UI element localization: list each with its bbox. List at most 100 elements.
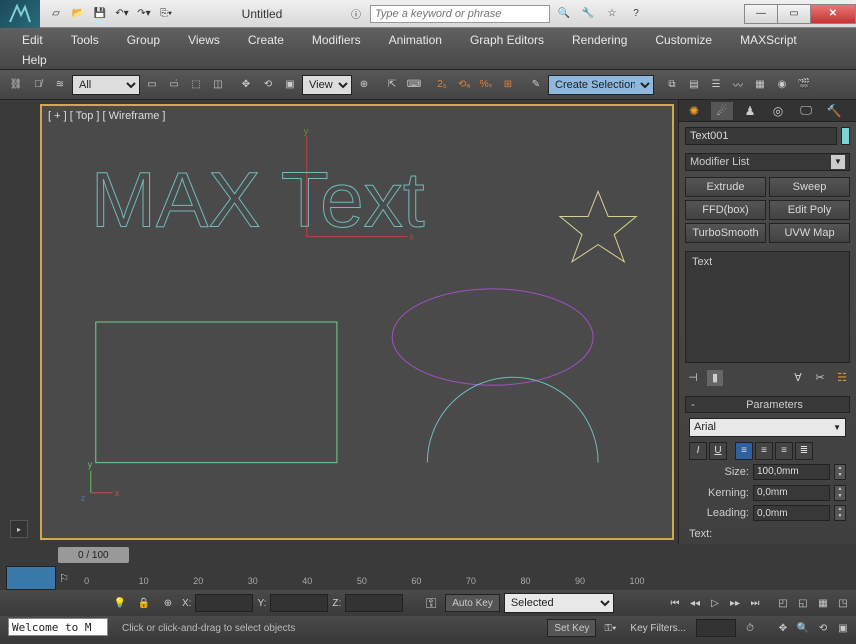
x-field[interactable] [195, 594, 253, 612]
create-tab-icon[interactable]: ✺ [683, 102, 705, 120]
hierarchy-tab-icon[interactable]: ♟ [739, 102, 761, 120]
menu-modifiers[interactable]: Modifiers [298, 30, 375, 50]
menu-edit[interactable]: Edit [8, 30, 57, 50]
menu-rendering[interactable]: Rendering [558, 30, 641, 50]
current-frame-field[interactable] [696, 619, 736, 637]
prev-frame-icon[interactable]: ◂◂ [686, 594, 704, 612]
modifier-ffdbox[interactable]: FFD(box) [685, 200, 766, 220]
menu-animation[interactable]: Animation [375, 30, 456, 50]
menu-maxscript[interactable]: MAXScript [726, 30, 811, 50]
close-button[interactable]: ✕ [810, 4, 856, 24]
modifier-list-dropdown[interactable]: Modifier List▼ [685, 153, 850, 172]
menu-views[interactable]: Views [174, 30, 234, 50]
motion-tab-icon[interactable]: ◎ [767, 102, 789, 120]
leading-spinbuttons[interactable]: ▲▼ [834, 505, 846, 521]
selection-filter[interactable]: All [72, 75, 140, 95]
lock-icon[interactable]: 🔒 [134, 592, 154, 614]
viewport-label[interactable]: [ + ] [ Top ] [ Wireframe ] [48, 110, 165, 122]
display-tab-icon[interactable]: 🖵 [795, 102, 817, 120]
setkey-button[interactable]: Set Key [547, 619, 596, 637]
pin-stack-icon[interactable]: ⊣ [685, 370, 701, 386]
align-justify-button[interactable]: ≣ [795, 442, 813, 460]
z-field[interactable] [345, 594, 403, 612]
nav-tool3-icon[interactable]: ▦ [814, 594, 832, 612]
tool-icon[interactable]: 🔧 [578, 4, 598, 24]
spinner-snap-icon[interactable]: ⊞ [498, 74, 518, 96]
keyfilters-button[interactable]: Key Filters... [624, 619, 692, 637]
object-name-field[interactable] [685, 127, 837, 145]
underline-button[interactable]: U [709, 442, 727, 460]
menu-create[interactable]: Create [234, 30, 298, 50]
size-spinner[interactable]: 100,0mm [753, 464, 830, 480]
ref-coord-system[interactable]: View [302, 75, 352, 95]
leading-spinner[interactable]: 0,0mm [753, 505, 830, 521]
align-right-button[interactable]: ≡ [775, 442, 793, 460]
window-crossing-icon[interactable]: ◫ [208, 74, 228, 96]
zoom-icon[interactable]: 🔍 [794, 619, 812, 637]
link-tool-icon[interactable]: ⛓ [6, 74, 26, 96]
select-name-icon[interactable]: ▭̇ [164, 74, 184, 96]
setkey-flyout-icon[interactable]: ⚿▾ [600, 617, 620, 639]
manip-icon[interactable]: ⇱ [382, 74, 402, 96]
maxscript-listener[interactable]: Welcome to M [8, 618, 108, 636]
angle-snap-icon[interactable]: ⟲ₐ [454, 74, 474, 96]
align-center-button[interactable]: ≡ [755, 442, 773, 460]
lightbulb-icon[interactable]: 💡 [110, 592, 130, 614]
timeline-expand-button[interactable]: ▸ [10, 520, 28, 538]
scale-icon[interactable]: ▣ [280, 74, 300, 96]
modifier-uvwmap[interactable]: UVW Map [769, 223, 850, 243]
menu-grapheditors[interactable]: Graph Editors [456, 30, 558, 50]
play-icon[interactable]: ▷ [706, 594, 724, 612]
crosshair-icon[interactable]: ⊕ [158, 592, 178, 614]
align-left-button[interactable]: ≡ [735, 442, 753, 460]
viewport[interactable]: [ + ] [ Top ] [ Wireframe ] y x MAX Text [40, 104, 674, 540]
menu-tools[interactable]: Tools [57, 30, 113, 50]
orbit-icon[interactable]: ⟲ [814, 619, 832, 637]
menu-group[interactable]: Group [113, 30, 174, 50]
rect-region-icon[interactable]: ⬚ [186, 74, 206, 96]
autokey-button[interactable]: Auto Key [445, 594, 500, 612]
keyboard-icon[interactable]: ⌨ [404, 74, 424, 96]
open-icon[interactable]: 📂 [68, 4, 88, 24]
minimize-button[interactable]: — [744, 4, 778, 24]
maximize-vp-icon[interactable]: ▣ [834, 619, 852, 637]
kerning-spinner[interactable]: 0,0mm [753, 485, 830, 501]
undo-icon[interactable]: ↶▾ [112, 4, 132, 24]
info-icon[interactable]: ⓘ [346, 4, 366, 24]
pan-icon[interactable]: ✥ [774, 619, 792, 637]
nav-tool2-icon[interactable]: ◱ [794, 594, 812, 612]
y-field[interactable] [270, 594, 328, 612]
pivot-icon[interactable]: ⊕ [354, 74, 374, 96]
nav-tool4-icon[interactable]: ◳ [834, 594, 852, 612]
named-selection-set[interactable]: Create Selection Se [548, 75, 654, 95]
make-unique-icon[interactable]: ∀ [790, 370, 806, 386]
next-frame-icon[interactable]: ▸▸ [726, 594, 744, 612]
menu-help[interactable]: Help [8, 50, 848, 70]
key-mode-dropdown[interactable]: Selected [504, 593, 614, 613]
time-config-icon[interactable]: ⏱ [740, 617, 760, 639]
modifier-extrude[interactable]: Extrude [685, 177, 766, 197]
configure-icon[interactable]: ☵ [834, 370, 850, 386]
align-icon[interactable]: ▤ [684, 74, 704, 96]
layers-icon[interactable]: ☰ [706, 74, 726, 96]
size-spinbuttons[interactable]: ▲▼ [834, 464, 846, 480]
help-icon[interactable]: ? [626, 4, 646, 24]
modifier-sweep[interactable]: Sweep [769, 177, 850, 197]
utilities-tab-icon[interactable]: 🔨 [823, 102, 845, 120]
app-logo[interactable] [0, 0, 40, 28]
trackbar-flag-icon[interactable]: ⚐ [56, 566, 72, 590]
mirror-icon[interactable]: ⧉ [662, 74, 682, 96]
redo-icon[interactable]: ↷▾ [134, 4, 154, 24]
modifier-turbosmooth[interactable]: TurboSmooth [685, 223, 766, 243]
maximize-button[interactable]: ▭ [777, 4, 811, 24]
search-input[interactable] [370, 5, 550, 23]
unlink-tool-icon[interactable]: ⛓̸ [28, 74, 48, 96]
bind-tool-icon[interactable]: ≋ [50, 74, 70, 96]
percent-snap-icon[interactable]: %ₛ [476, 74, 496, 96]
key-icon[interactable]: ⚿ [421, 592, 441, 614]
time-slider[interactable]: 0 / 100 [58, 547, 129, 563]
select-icon[interactable]: ▭ [142, 74, 162, 96]
snap-icon[interactable]: 2₅ [432, 74, 452, 96]
kerning-spinbuttons[interactable]: ▲▼ [834, 485, 846, 501]
goto-start-icon[interactable]: ⏮ [666, 594, 684, 612]
